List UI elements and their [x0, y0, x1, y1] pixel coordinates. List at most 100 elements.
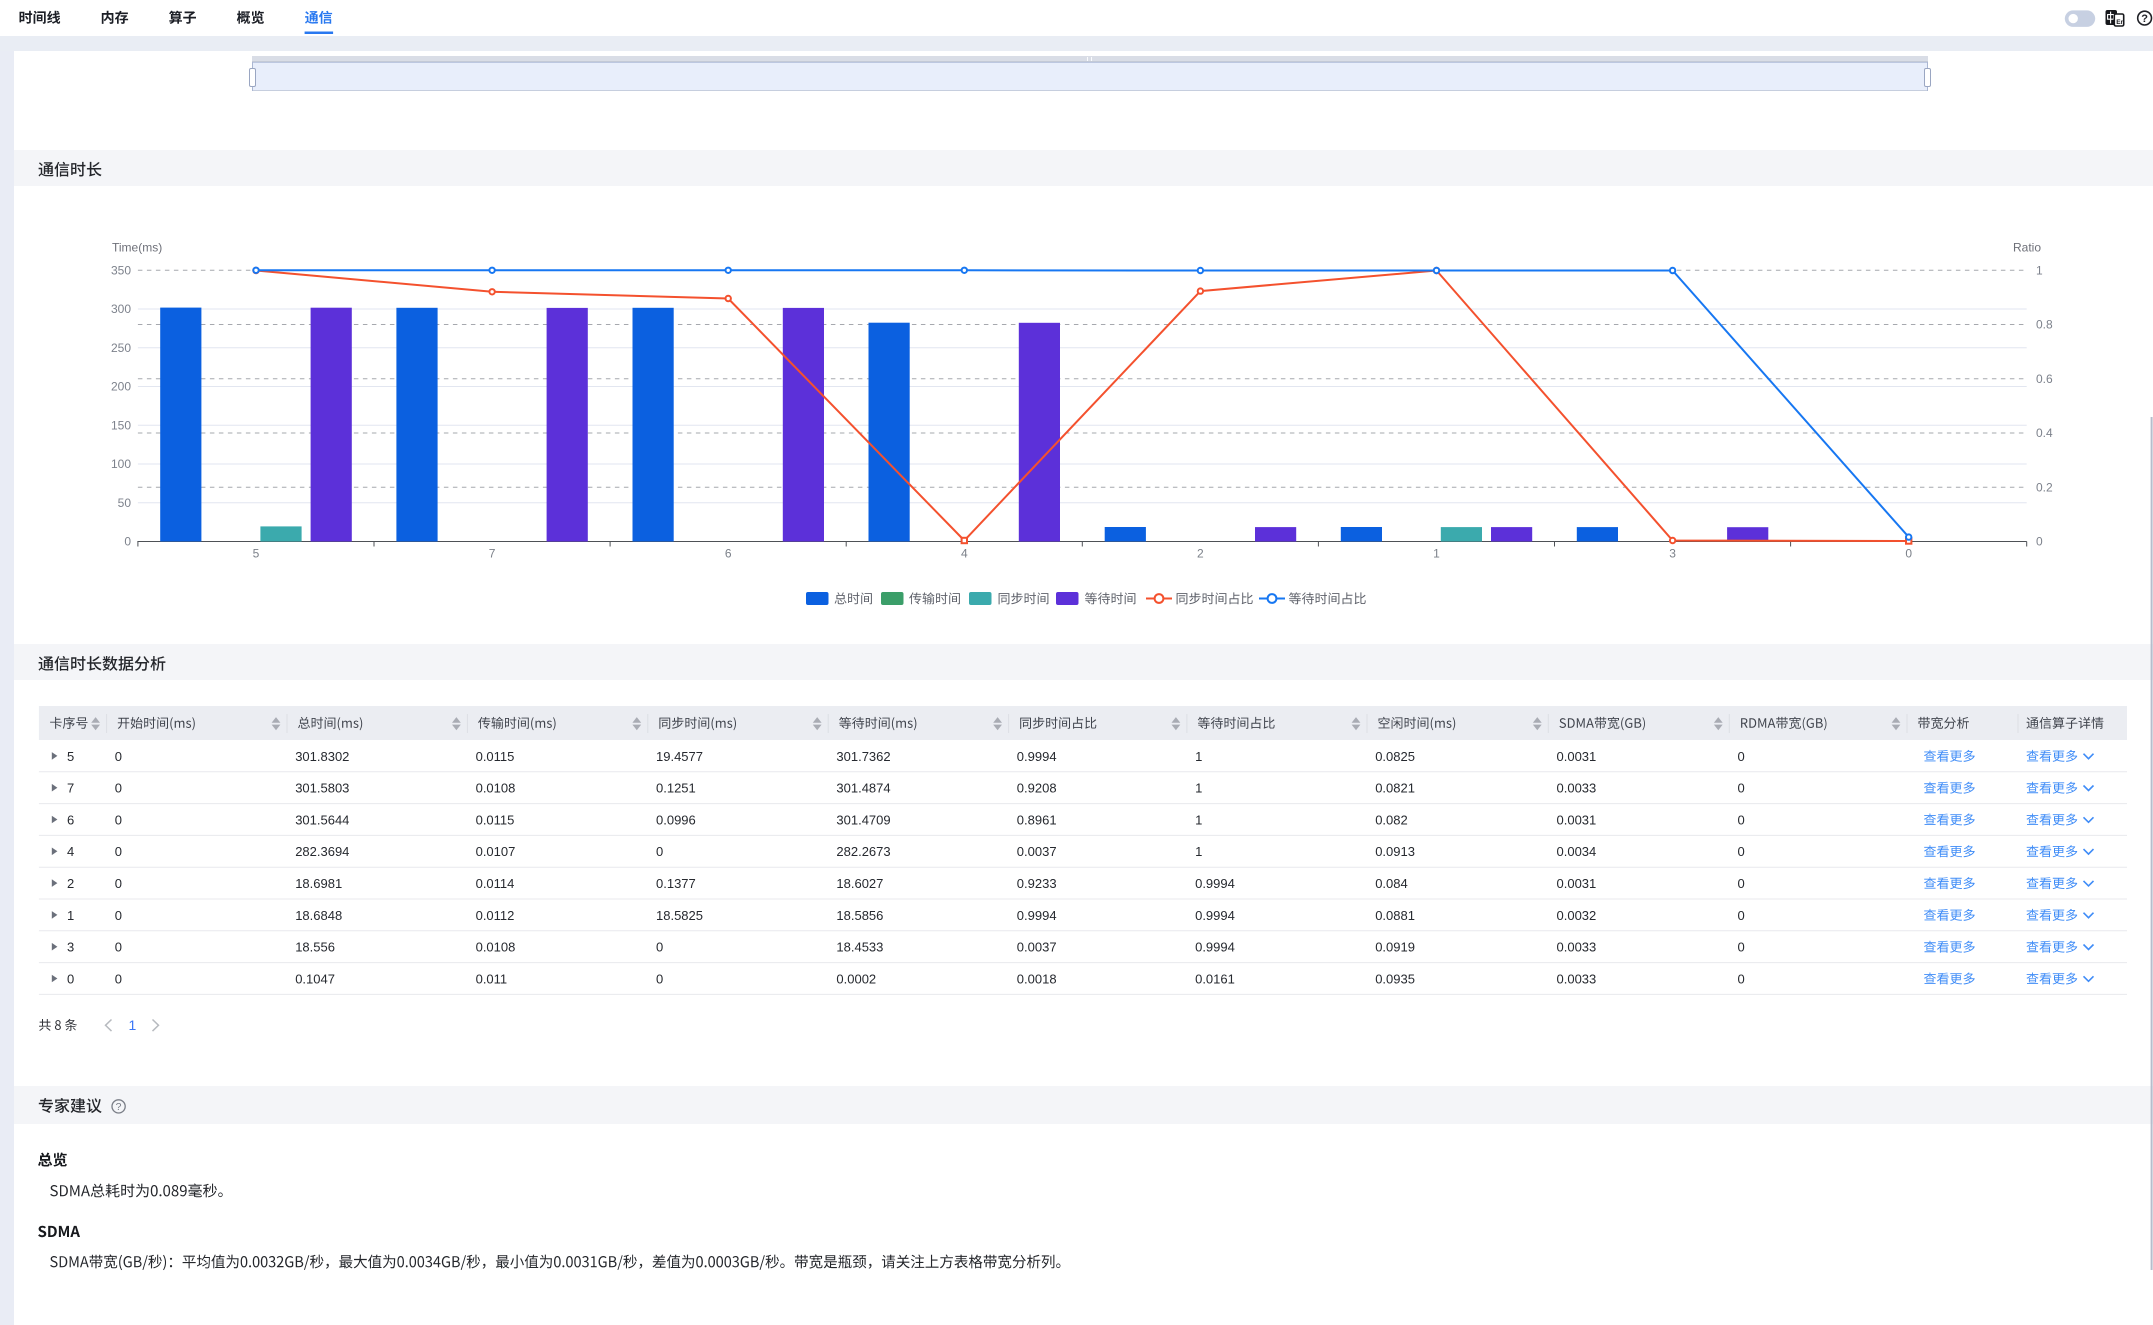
- svg-text:0.082: 0.082: [1375, 812, 1408, 827]
- svg-text:0: 0: [115, 781, 122, 796]
- svg-text:0.0037: 0.0037: [1017, 844, 1057, 859]
- svg-text:0.9208: 0.9208: [1017, 781, 1057, 796]
- svg-text:0.0107: 0.0107: [476, 844, 516, 859]
- svg-text:0.9994: 0.9994: [1195, 908, 1235, 923]
- svg-text:En: En: [2116, 19, 2124, 26]
- svg-text:1: 1: [1433, 547, 1440, 561]
- svg-text:0: 0: [1738, 908, 1745, 923]
- svg-text:0: 0: [1738, 876, 1745, 891]
- svg-text:0.8961: 0.8961: [1017, 812, 1057, 827]
- svg-text:4: 4: [961, 547, 968, 561]
- svg-text:0: 0: [1738, 844, 1745, 859]
- svg-text:18.6848: 18.6848: [295, 908, 342, 923]
- svg-text:0: 0: [1905, 547, 1912, 561]
- svg-text:50: 50: [118, 496, 132, 510]
- svg-text:0.8: 0.8: [2036, 318, 2053, 332]
- svg-text:301.5803: 301.5803: [295, 781, 349, 796]
- svg-text:0: 0: [124, 535, 131, 549]
- svg-text:18.4533: 18.4533: [836, 940, 883, 955]
- svg-text:0: 0: [115, 940, 122, 955]
- svg-text:1: 1: [2036, 264, 2043, 278]
- svg-text:1: 1: [129, 1017, 137, 1033]
- svg-text:0.0033: 0.0033: [1557, 940, 1597, 955]
- svg-text:18.6027: 18.6027: [836, 876, 883, 891]
- svg-text:0.0114: 0.0114: [476, 876, 515, 891]
- svg-text:0.0031: 0.0031: [1557, 812, 1597, 827]
- svg-text:?: ?: [116, 1101, 122, 1113]
- svg-text:0: 0: [1738, 971, 1745, 986]
- svg-text:0.0032: 0.0032: [1557, 908, 1597, 923]
- svg-text:0.9994: 0.9994: [1017, 908, 1057, 923]
- svg-text:301.4709: 301.4709: [836, 812, 890, 827]
- svg-text:0.0108: 0.0108: [476, 781, 516, 796]
- svg-text:0: 0: [67, 971, 74, 986]
- svg-text:0: 0: [1738, 812, 1745, 827]
- svg-text:7: 7: [489, 547, 496, 561]
- svg-text:0.0002: 0.0002: [836, 971, 876, 986]
- svg-text:282.3694: 282.3694: [295, 844, 349, 859]
- svg-text:3: 3: [67, 940, 74, 955]
- svg-text:18.5825: 18.5825: [656, 908, 703, 923]
- svg-text:Ratio: Ratio: [2013, 241, 2041, 255]
- svg-text:0.0821: 0.0821: [1375, 781, 1415, 796]
- svg-text:0.0996: 0.0996: [656, 812, 696, 827]
- svg-text:1: 1: [1195, 749, 1202, 764]
- svg-text:0.1251: 0.1251: [656, 781, 696, 796]
- svg-text:0.0919: 0.0919: [1375, 940, 1415, 955]
- svg-text:0.0031: 0.0031: [1557, 749, 1597, 764]
- svg-text:0: 0: [656, 971, 663, 986]
- svg-text:Time(ms): Time(ms): [112, 241, 162, 255]
- svg-text:3: 3: [1669, 547, 1676, 561]
- svg-text:0: 0: [1738, 781, 1745, 796]
- svg-text:150: 150: [111, 419, 131, 433]
- svg-text:0: 0: [1738, 940, 1745, 955]
- svg-text:0: 0: [1738, 749, 1745, 764]
- svg-text:0: 0: [656, 940, 663, 955]
- svg-text:0.0037: 0.0037: [1017, 940, 1057, 955]
- svg-text:250: 250: [111, 341, 131, 355]
- svg-text:0: 0: [115, 908, 122, 923]
- svg-text:0.011: 0.011: [476, 971, 508, 986]
- svg-text:1: 1: [1195, 844, 1202, 859]
- svg-text:0: 0: [115, 812, 122, 827]
- svg-text:0.0108: 0.0108: [476, 940, 516, 955]
- svg-text:0.0115: 0.0115: [476, 749, 515, 764]
- svg-text:6: 6: [67, 812, 74, 827]
- svg-text:0: 0: [115, 749, 122, 764]
- svg-text:0.0115: 0.0115: [476, 812, 515, 827]
- svg-text:?: ?: [2141, 13, 2148, 25]
- svg-text:0.0825: 0.0825: [1375, 749, 1415, 764]
- svg-text:5: 5: [67, 749, 74, 764]
- svg-text:0: 0: [656, 844, 663, 859]
- svg-text:18.6981: 18.6981: [295, 876, 342, 891]
- svg-text:6: 6: [725, 547, 732, 561]
- svg-text:0: 0: [115, 844, 122, 859]
- svg-text:0.0935: 0.0935: [1375, 971, 1415, 986]
- svg-text:0.6: 0.6: [2036, 372, 2053, 386]
- svg-text:1: 1: [1195, 812, 1202, 827]
- svg-text:0.0881: 0.0881: [1375, 908, 1415, 923]
- svg-text:0.1047: 0.1047: [295, 971, 335, 986]
- svg-text:7: 7: [67, 781, 74, 796]
- svg-text:100: 100: [111, 457, 131, 471]
- svg-text:1: 1: [67, 908, 74, 923]
- svg-text:301.4874: 301.4874: [836, 781, 890, 796]
- svg-text:0.1377: 0.1377: [656, 876, 696, 891]
- svg-text:0.0018: 0.0018: [1017, 971, 1057, 986]
- svg-text:0.0161: 0.0161: [1195, 971, 1235, 986]
- svg-text:0.084: 0.084: [1375, 876, 1408, 891]
- svg-text:5: 5: [253, 547, 260, 561]
- svg-text:0.4: 0.4: [2036, 426, 2053, 440]
- svg-text:300: 300: [111, 302, 131, 316]
- svg-text:19.4577: 19.4577: [656, 749, 703, 764]
- svg-text:18.556: 18.556: [295, 940, 335, 955]
- svg-text:0.0112: 0.0112: [476, 908, 515, 923]
- svg-text:200: 200: [111, 380, 131, 394]
- svg-text:0.0913: 0.0913: [1375, 844, 1415, 859]
- svg-text:0.9994: 0.9994: [1195, 940, 1235, 955]
- svg-text:0.0034: 0.0034: [1557, 844, 1597, 859]
- svg-text:0: 0: [2036, 535, 2043, 549]
- svg-text:2: 2: [1197, 547, 1204, 561]
- svg-text:0.0033: 0.0033: [1557, 781, 1597, 796]
- svg-text:0.9994: 0.9994: [1017, 749, 1057, 764]
